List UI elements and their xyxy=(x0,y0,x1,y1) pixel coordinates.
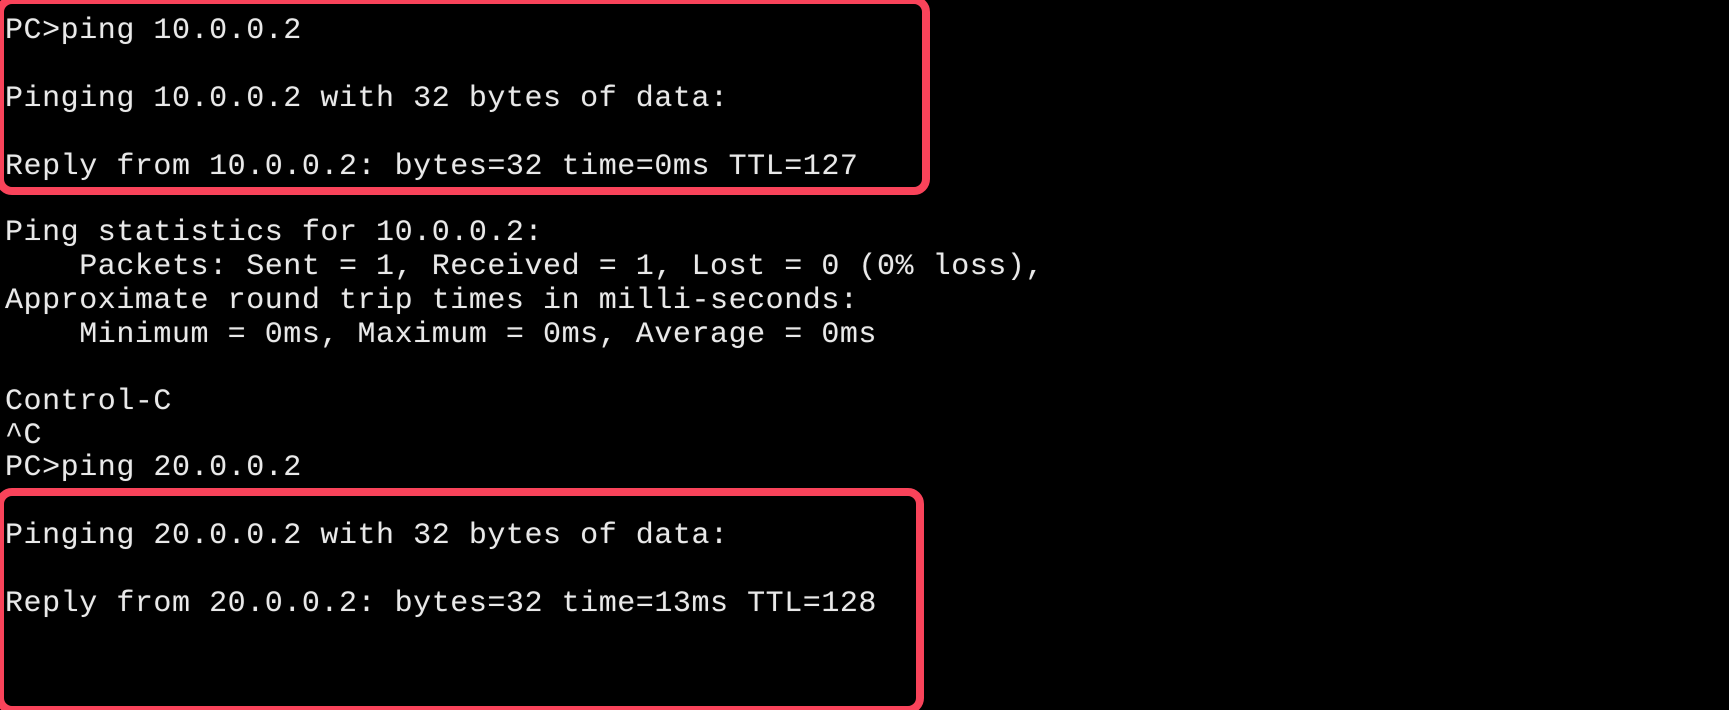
terminal-line: Reply from 10.0.0.2: bytes=32 time=0ms T… xyxy=(5,150,859,184)
terminal-output[interactable]: PC>ping 10.0.0.2 Pinging 10.0.0.2 with 3… xyxy=(0,0,1729,710)
terminal-line: Pinging 10.0.0.2 with 32 bytes of data: xyxy=(5,82,729,116)
terminal-line: PC>ping 20.0.0.2 xyxy=(5,451,302,485)
terminal-line: Pinging 20.0.0.2 with 32 bytes of data: xyxy=(5,519,729,553)
terminal-line: Ping statistics for 10.0.0.2: xyxy=(5,216,544,250)
terminal-line: Minimum = 0ms, Maximum = 0ms, Average = … xyxy=(5,318,877,352)
terminal-line: Control-C xyxy=(5,385,172,419)
terminal-line: Approximate round trip times in milli-se… xyxy=(5,284,859,318)
terminal-screen: PC>ping 10.0.0.2 Pinging 10.0.0.2 with 3… xyxy=(0,0,1729,710)
terminal-line: Reply from 20.0.0.2: bytes=32 time=13ms … xyxy=(5,587,877,621)
terminal-line: Packets: Sent = 1, Received = 1, Lost = … xyxy=(5,250,1044,284)
terminal-line: ^C xyxy=(5,419,43,453)
terminal-line: PC>ping 10.0.0.2 xyxy=(5,14,302,48)
